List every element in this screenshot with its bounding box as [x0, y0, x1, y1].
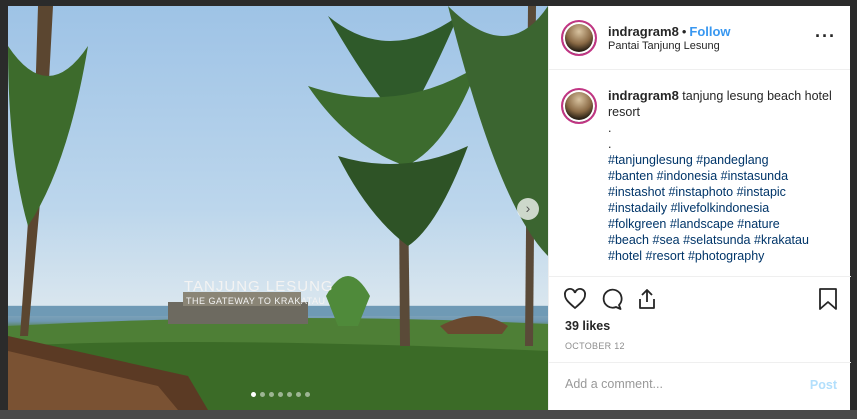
carousel-dot — [296, 392, 301, 397]
heart-icon[interactable] — [563, 287, 587, 311]
beach-scene — [8, 6, 548, 410]
location-link[interactable]: Pantai Tanjung Lesung — [608, 40, 720, 52]
caption-spacer: . — [608, 137, 612, 151]
carousel-dot — [287, 392, 292, 397]
post-comment-button[interactable]: Post — [810, 378, 837, 392]
carousel-dot — [260, 392, 265, 397]
caption-avatar[interactable] — [561, 88, 597, 124]
comment-box: Post — [549, 362, 851, 410]
sign-subtext: THE GATEWAY TO KRAKATAU — [186, 296, 326, 306]
post-side-panel: indragram8 • Follow Pantai Tanjung Lesung … — [548, 6, 851, 410]
carousel-dot — [269, 392, 274, 397]
carousel-dot — [251, 392, 256, 397]
likes-count[interactable]: 39 likes — [565, 319, 610, 333]
caption: indragram8 tanjung lesung beach hotel re… — [549, 70, 851, 275]
caption-username[interactable]: indragram8 — [608, 88, 679, 103]
hashtag-link[interactable]: #instapic — [737, 185, 786, 199]
hashtag-link[interactable]: #beach — [608, 233, 649, 247]
hashtag-link[interactable]: #banten — [608, 169, 653, 183]
hashtag-link[interactable]: #hotel — [608, 249, 642, 263]
caption-text: indragram8 tanjung lesung beach hotel re… — [608, 88, 835, 264]
chevron-right-icon[interactable]: › — [517, 198, 539, 220]
bookmark-icon[interactable] — [817, 287, 839, 311]
sign-text: TANJUNG LESUNG — [184, 278, 334, 295]
hashtag-link[interactable]: #krakatau — [754, 233, 809, 247]
hashtag-link[interactable]: #indonesia — [657, 169, 717, 183]
post-photo[interactable]: TANJUNG LESUNG THE GATEWAY TO KRAKATAU › — [8, 6, 548, 410]
comment-icon[interactable] — [599, 287, 623, 311]
username-link[interactable]: indragram8 — [608, 24, 679, 39]
hashtag-link[interactable]: #sea — [653, 233, 680, 247]
carousel-dot — [278, 392, 283, 397]
share-icon[interactable] — [635, 287, 659, 311]
action-bar: 39 likes OCTOBER 12 — [549, 276, 851, 362]
post-date: OCTOBER 12 — [565, 341, 625, 351]
hashtag-link[interactable]: #selatsunda — [683, 233, 750, 247]
hashtag-link[interactable]: #instasunda — [721, 169, 788, 183]
hashtag-link[interactable]: #instashot — [608, 185, 665, 199]
hashtag-list: #tanjunglesung #pandeglang #banten #indon… — [608, 153, 809, 263]
hashtag-link[interactable]: #nature — [737, 217, 779, 231]
hashtag-link[interactable]: #resort — [646, 249, 685, 263]
follow-button[interactable]: Follow — [689, 24, 730, 39]
hashtag-link[interactable]: #instadaily — [608, 201, 667, 215]
hashtag-link[interactable]: #instaphoto — [668, 185, 733, 199]
avatar[interactable] — [561, 20, 597, 56]
separator-dot: • — [681, 24, 687, 39]
hashtag-link[interactable]: #livefolkindonesia — [671, 201, 770, 215]
hashtag-link[interactable]: #tanjunglesung — [608, 153, 693, 167]
carousel-dot — [305, 392, 310, 397]
more-horizontal-icon[interactable]: ··· — [815, 26, 836, 47]
carousel-indicator — [251, 392, 310, 397]
hashtag-link[interactable]: #pandeglang — [696, 153, 768, 167]
background-strip — [0, 410, 857, 419]
hashtag-link[interactable]: #photography — [688, 249, 764, 263]
comment-input[interactable] — [565, 377, 785, 391]
hashtag-link[interactable]: #landscape — [670, 217, 734, 231]
post-header: indragram8 • Follow Pantai Tanjung Lesung … — [549, 6, 850, 70]
caption-spacer: . — [608, 121, 612, 135]
header-line: indragram8 • Follow — [608, 24, 731, 39]
hashtag-link[interactable]: #folkgreen — [608, 217, 666, 231]
